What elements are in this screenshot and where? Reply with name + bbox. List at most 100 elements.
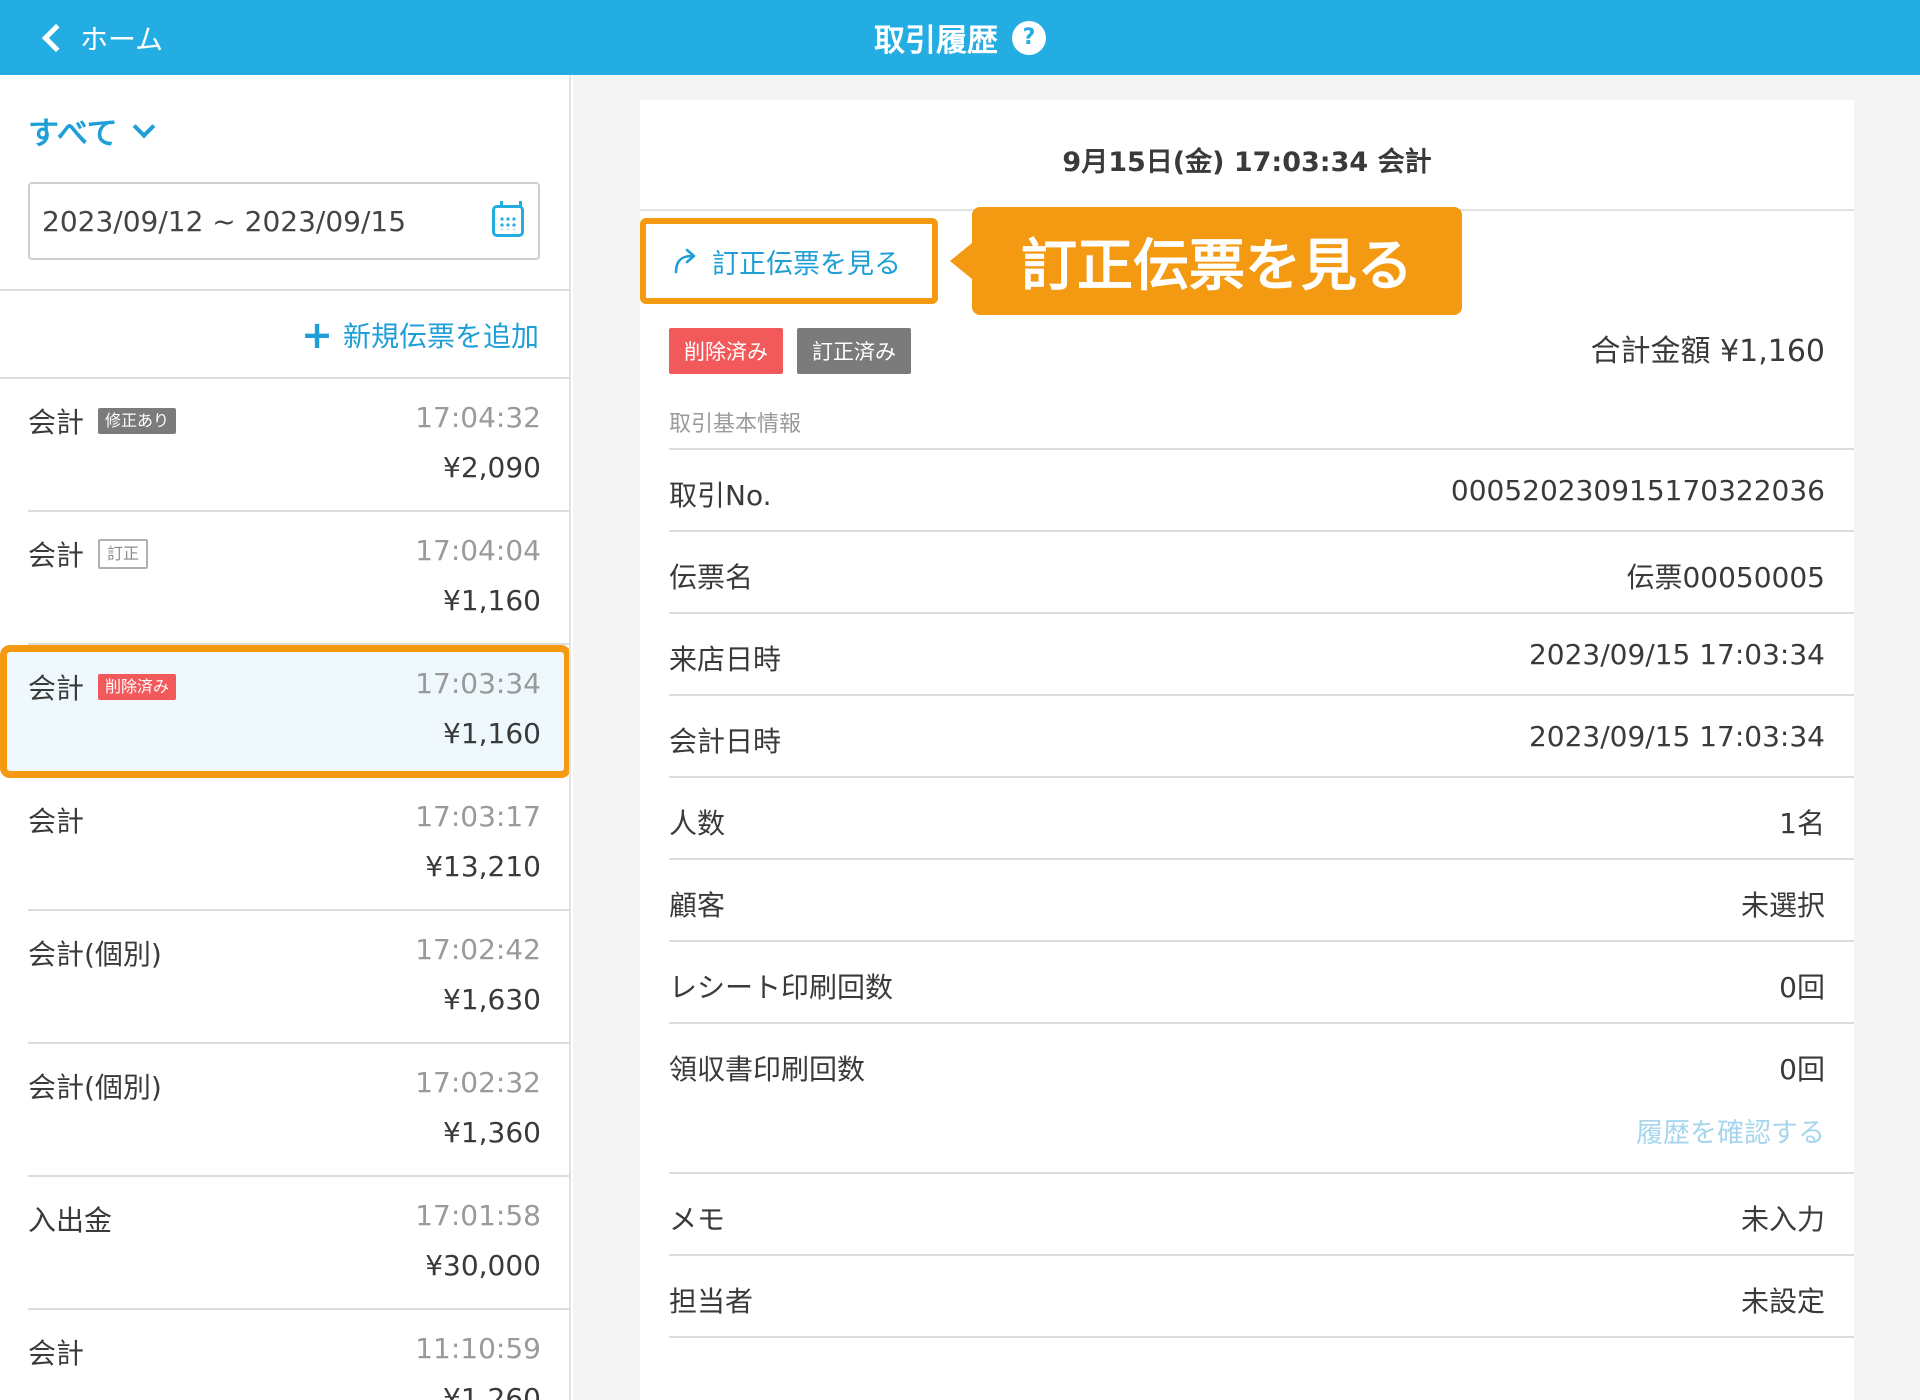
transaction-time: 17:02:42 [415,933,541,966]
row-label: 担当者 [669,1285,754,1318]
row-value: 1名 [1779,807,1825,840]
date-range-value: 2023/09/12 ~ 2023/09/15 [42,204,407,238]
view-corrected-slip-label: 訂正伝票を見る [712,248,901,280]
row-label: メモ [669,1203,726,1236]
transaction-label-group: 会計(個別) [28,933,162,973]
transaction-amount: ¥30,000 [425,1249,541,1282]
add-slip-button[interactable]: + 新規伝票を追加 [301,315,539,355]
transaction-label-group: 会計 削除済み [28,667,177,707]
transaction-item[interactable]: 会計 修正あり 17:04:32 ¥2,090 [28,379,569,512]
date-range-field[interactable]: 2023/09/12 ~ 2023/09/15 [28,182,540,260]
transaction-item[interactable]: 会計 11:10:59 ¥1,260 [28,1310,569,1400]
transaction-time: 17:02:32 [415,1066,541,1099]
detail-row-slip-name: 伝票名 伝票00050005 [669,532,1854,614]
transaction-type: 会計 [28,539,85,572]
transaction-type: 会計(個別) [28,938,162,971]
app-header: ホーム 取引履歴 ? [0,0,1920,75]
calendar-icon[interactable] [492,201,524,237]
transaction-amount: ¥13,210 [425,850,541,883]
transaction-label-group: 会計 [28,800,84,840]
annotation-callout: 訂正伝票を見る [950,207,1462,315]
row-label: 人数 [669,807,726,840]
transaction-item-selected[interactable]: 会計 削除済み 17:03:34 ¥1,160 [0,645,569,778]
transaction-list-pane: すべて 2023/09/12 ~ 2023/09/15 + 新規伝票を追加 会計… [0,75,571,1400]
transaction-label-group: 会計 修正あり [28,401,177,441]
transaction-detail-pane: 9月15日(金) 17:03:34 会計 訂正伝票を見る 訂正伝票を見る 削除済… [573,75,1920,1400]
detail-row-checkout-datetime: 会計日時 2023/09/15 17:03:34 [669,696,1854,778]
deleted-status-badge: 削除済み [669,328,783,374]
transaction-type: 会計 [28,805,85,838]
transaction-type: 会計 [28,672,85,705]
transaction-list: 会計 修正あり 17:04:32 ¥2,090 会計 訂正 17:04:04 ¥… [0,379,569,1400]
detail-row-staff: 担当者 未設定 [669,1256,1854,1338]
correction-badge: 訂正 [98,539,149,569]
transaction-type: 会計 [28,1337,85,1370]
detail-row-memo: メモ 未入力 [669,1174,1854,1256]
row-value: 0回 [1779,971,1825,1004]
row-value: 2023/09/15 17:03:34 [1528,720,1825,753]
detail-card: 9月15日(金) 17:03:34 会計 訂正伝票を見る 訂正伝票を見る 削除済… [640,100,1854,1400]
chevron-down-icon [132,115,155,138]
row-value: 未設定 [1740,1285,1825,1318]
transaction-type: 会計(個別) [28,1071,162,1104]
row-value: 未入力 [1740,1203,1825,1236]
detail-row-transaction-no: 取引No. 000520230915170322036 [669,450,1854,532]
transaction-type: 会計 [28,406,85,439]
modified-badge: 修正あり [98,408,177,434]
view-corrected-slip-button[interactable]: 訂正伝票を見る [640,218,938,304]
row-value: 2023/09/15 17:03:34 [1528,638,1825,671]
detail-row-receipt-prints: レシート印刷回数 0回 [669,942,1854,1024]
add-slip-label: 新規伝票を追加 [342,320,539,353]
transaction-item[interactable]: 会計 訂正 17:04:04 ¥1,160 [28,512,569,645]
deleted-badge: 削除済み [98,674,177,700]
transaction-type: 入出金 [28,1204,113,1237]
detail-rows: 取引No. 000520230915170322036 伝票名 伝票000500… [669,448,1854,1338]
transaction-time: 17:01:58 [415,1199,541,1232]
transaction-amount: ¥1,630 [443,983,541,1016]
row-label: 伝票名 [669,561,754,594]
row-label: 取引No. [669,479,772,512]
detail-row-party-size: 人数 1名 [669,778,1854,860]
detail-row-customer: 顧客 未選択 [669,860,1854,942]
corrected-status-badge: 訂正済み [797,328,911,374]
transaction-time: 17:04:04 [415,534,541,567]
detail-row-visit-datetime: 来店日時 2023/09/15 17:03:34 [669,614,1854,696]
transaction-time: 17:03:34 [415,667,541,700]
transaction-label-group: 入出金 [28,1199,112,1239]
transaction-label-group: 会計 訂正 [28,534,149,574]
transaction-item[interactable]: 会計 17:03:17 ¥13,210 [28,778,569,911]
row-label: 会計日時 [669,725,782,758]
transaction-amount: ¥1,160 [443,584,541,617]
divider [0,289,569,291]
page-title: 取引履歴 [874,23,998,59]
share-arrow-icon [674,248,696,274]
transaction-amount: ¥1,160 [443,717,541,750]
total-amount: 合計金額 ¥1,160 [1590,334,1825,369]
transaction-amount: ¥2,090 [443,451,541,484]
transaction-item[interactable]: 会計(個別) 17:02:32 ¥1,360 [28,1044,569,1177]
row-label: 領収書印刷回数 [669,1053,866,1086]
row-label: 顧客 [669,889,726,922]
transaction-time: 17:04:32 [415,401,541,434]
transaction-amount: ¥1,360 [443,1116,541,1149]
transaction-amount: ¥1,260 [443,1382,541,1400]
help-icon[interactable]: ? [1012,20,1046,55]
row-value: 0回 [1779,1053,1825,1086]
status-badges: 削除済み 訂正済み [669,328,911,374]
transaction-label-group: 会計(個別) [28,1066,162,1106]
plus-icon: + [301,313,333,357]
row-label: レシート印刷回数 [669,971,894,1004]
transaction-time: 11:10:59 [415,1332,541,1365]
transaction-item[interactable]: 会計(個別) 17:02:42 ¥1,630 [28,911,569,1044]
row-value: 伝票00050005 [1626,561,1825,594]
row-label: 来店日時 [669,643,782,676]
transaction-item[interactable]: 入出金 17:01:58 ¥30,000 [28,1177,569,1310]
detail-row-invoice-prints: 領収書印刷回数 0回 履歴を確認する [669,1024,1854,1174]
page-title-area: 取引履歴 ? [0,0,1920,75]
filter-dropdown[interactable]: すべて [28,108,155,153]
section-heading: 取引基本情報 [669,412,802,437]
transaction-time: 17:03:17 [415,800,541,833]
view-history-link[interactable]: 履歴を確認する [1636,1111,1825,1150]
row-value: 000520230915170322036 [1450,474,1825,507]
row-value: 未選択 [1740,889,1825,922]
